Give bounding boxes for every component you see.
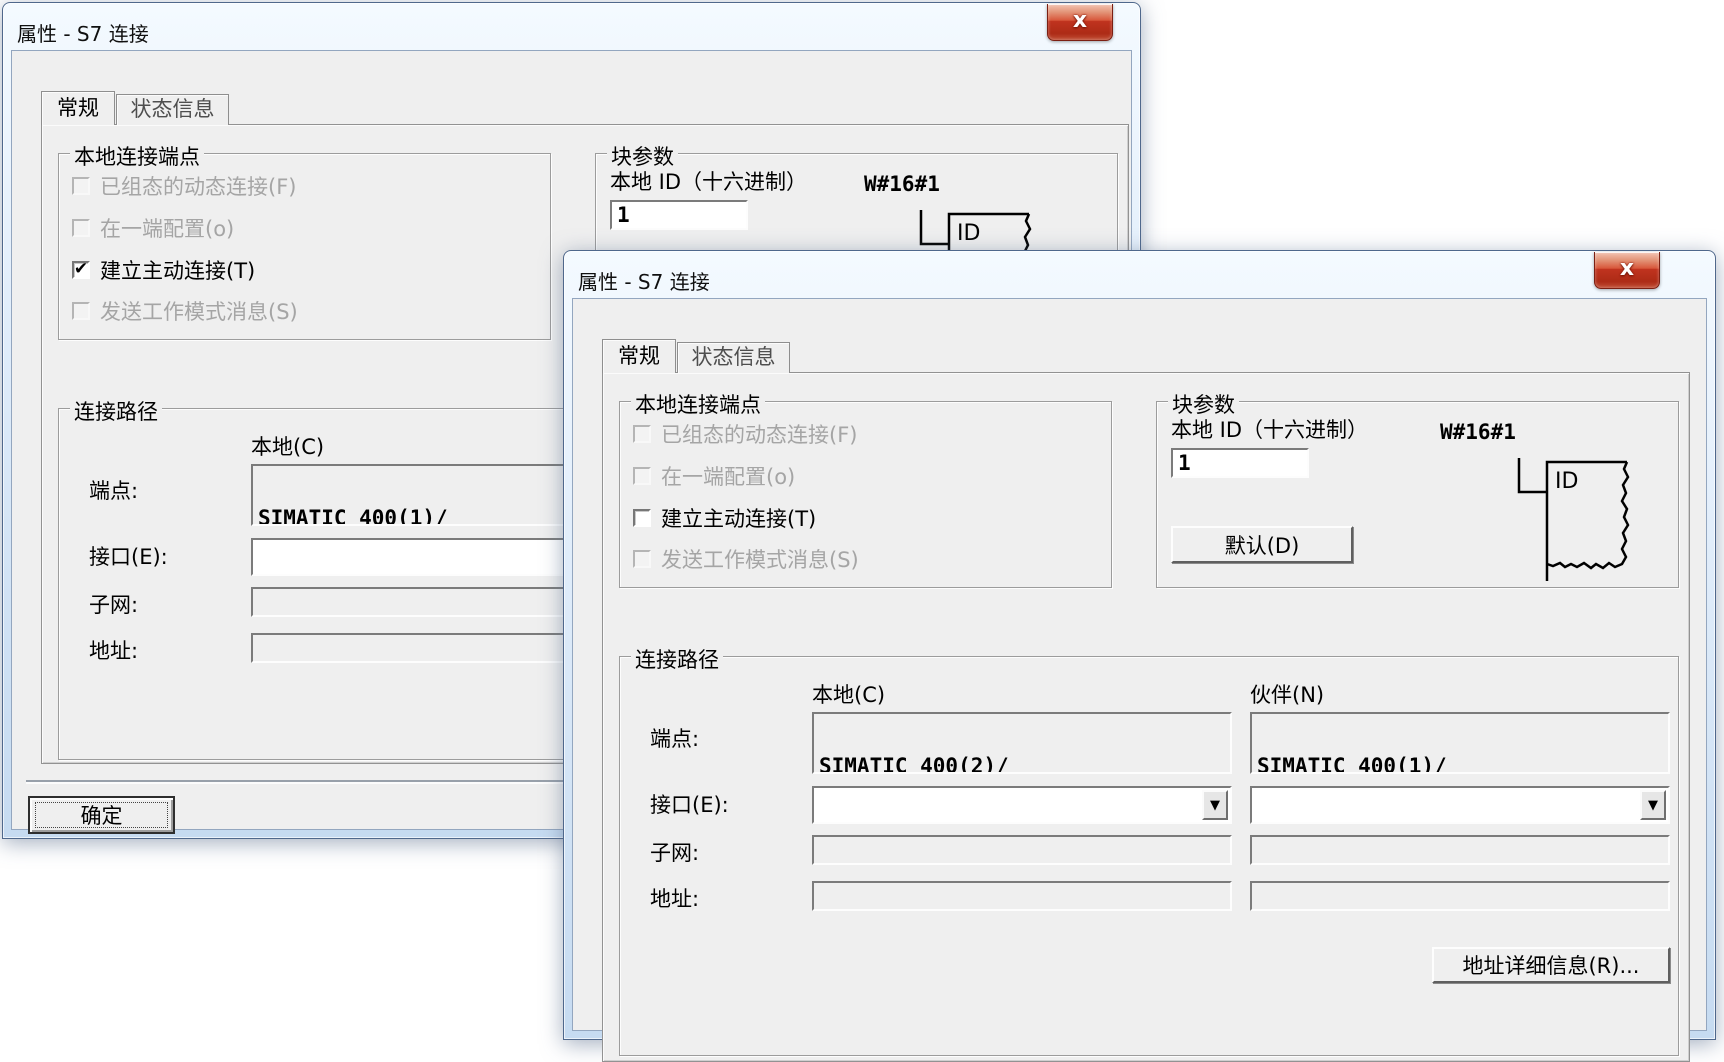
tab-label: 常规 (618, 344, 660, 368)
interface-label: 接口(E): (89, 545, 168, 569)
close-button[interactable]: x (1594, 252, 1660, 289)
checkbox-label: 已组态的动态连接(F) (100, 175, 297, 199)
interface-local-combo[interactable]: CP 443-1, PN-IO-1(RO/S3) ▼ (812, 786, 1232, 824)
address-label: 地址: (89, 639, 139, 663)
close-icon: x (1072, 8, 1088, 33)
hex-word-value: W#16#1 (864, 172, 940, 196)
group-local-endpoint: 本地连接端点 已组态的动态连接(F) 在一端配置(o) ✔ 建立主动连接(T) … (58, 141, 551, 340)
titlebar[interactable]: 属性 - S7 连接 x (564, 251, 1715, 297)
interface-label: 接口(E): (650, 793, 729, 817)
subnet-partner-field: Ethernet(1) [Industrial Ethernet] (1250, 835, 1670, 865)
dialog-title: 属性 - S7 连接 (578, 270, 710, 294)
address-details-button[interactable]: 地址详细信息(R)... (1432, 947, 1670, 983)
tab-label: 状态信息 (130, 97, 215, 121)
tab-status-info[interactable]: 状态信息 (677, 342, 790, 373)
checkbox-icon (72, 302, 90, 320)
close-icon: x (1619, 256, 1635, 281)
address-label: 地址: (650, 887, 700, 911)
address-local-field: 192.168.0.2 (812, 881, 1232, 911)
tab-label: 状态信息 (691, 345, 776, 369)
check-icon: ✔ (73, 259, 89, 279)
dialog-s7-connection-properties-front: 属性 - S7 连接 x 常规 状态信息 本地连接端点 已组态的动态连接(F) … (563, 250, 1716, 1062)
checkbox-label: 发送工作模式消息(S) (661, 548, 859, 572)
checkbox-row-active-connection[interactable]: ✔ 建立主动连接(T) (72, 258, 256, 283)
dropdown-arrow-icon: ▼ (1648, 797, 1658, 813)
checkbox-icon (72, 219, 90, 237)
id-box-label: ID (1555, 469, 1578, 494)
endpoint-label: 端点: (89, 479, 139, 503)
checkbox-row-configured-dynamic: 已组态的动态连接(F) (633, 422, 858, 447)
endpoint-local-field: SIMATIC 400(2)/ CPU 412-2 DP (812, 712, 1232, 774)
checkbox-label: 在一端配置(o) (661, 465, 796, 489)
default-button[interactable]: 默认(D) (1171, 526, 1353, 563)
checkbox-row-one-way: 在一端配置(o) (633, 464, 796, 489)
checkbox-label: 已组态的动态连接(F) (661, 423, 858, 447)
group-title: 本地连接端点 (631, 389, 765, 419)
ok-button[interactable]: 确定 (28, 796, 175, 834)
tab-label: 常规 (57, 96, 99, 120)
checkbox-label: 在一端配置(o) (100, 217, 235, 241)
dialog-title: 属性 - S7 连接 (17, 22, 149, 46)
checkbox-icon[interactable]: ✔ (72, 261, 90, 279)
id-box-label: ID (957, 221, 980, 246)
subnet-label: 子网: (89, 593, 139, 617)
checkbox-row-active-connection[interactable]: ✔ 建立主动连接(T) (633, 506, 817, 531)
id-block-diagram: ID (1517, 458, 1630, 581)
tab-general[interactable]: 常规 (602, 339, 676, 373)
group-title: 连接路径 (70, 396, 162, 426)
checkbox-icon (633, 425, 651, 443)
checkbox-icon[interactable]: ✔ (633, 509, 651, 527)
subnet-local-field: Ethernet(1) [Industrial Ethernet] (812, 835, 1232, 865)
group-connection-path: 连接路径 本地(C) 伙伴(N) 端点: SIMATIC 400(2)/ CPU… (619, 644, 1679, 1056)
group-title: 块参数 (1168, 389, 1239, 419)
partner-column-header: 伙伴(N) (1250, 683, 1325, 707)
group-title: 块参数 (607, 141, 678, 171)
focus-rect (35, 802, 168, 828)
checkbox-row-one-way: 在一端配置(o) (72, 216, 235, 241)
dropdown-arrow-icon: ▼ (1210, 797, 1220, 813)
tab-general[interactable]: 常规 (41, 91, 115, 125)
group-local-endpoint: 本地连接端点 已组态的动态连接(F) 在一端配置(o) ✔ 建立主动连接(T) … (619, 389, 1112, 588)
endpoint-partner-field: SIMATIC 400(1)/ CPU 414-3 PN/DP (1250, 712, 1670, 774)
checkbox-icon (633, 467, 651, 485)
local-column-header: 本地(C) (251, 435, 325, 459)
interface-partner-combo[interactable]: CPU 414-3 PN/DP, PN-IO(RO/S2) ▼ (1250, 786, 1670, 824)
hex-word-value: W#16#1 (1440, 420, 1516, 444)
dialog-body: 常规 状态信息 本地连接端点 已组态的动态连接(F) 在一端配置(o) ✔ 建立… (572, 298, 1707, 1062)
checkbox-icon (633, 550, 651, 568)
checkbox-row-operating-mode-msg: 发送工作模式消息(S) (72, 299, 298, 324)
checkbox-row-operating-mode-msg: 发送工作模式消息(S) (633, 547, 859, 572)
endpoint-label: 端点: (650, 727, 700, 751)
local-id-input[interactable]: 1 (1171, 448, 1309, 478)
subnet-label: 子网: (650, 841, 700, 865)
checkbox-label: 建立主动连接(T) (100, 259, 256, 283)
dropdown-button[interactable]: ▼ (1202, 790, 1228, 820)
local-id-input[interactable]: 1 (610, 200, 748, 230)
checkbox-label: 发送工作模式消息(S) (100, 300, 298, 324)
checkbox-row-configured-dynamic: 已组态的动态连接(F) (72, 174, 297, 199)
group-title: 本地连接端点 (70, 141, 204, 171)
local-column-header: 本地(C) (812, 683, 886, 707)
close-button[interactable]: x (1047, 4, 1113, 41)
titlebar[interactable]: 属性 - S7 连接 x (3, 3, 1140, 49)
group-block-parameters: 块参数 本地 ID（十六进制） W#16#1 1 默认(D) ID (1156, 389, 1679, 588)
group-title: 连接路径 (631, 644, 723, 674)
dropdown-button[interactable]: ▼ (1640, 790, 1666, 820)
checkbox-icon (72, 177, 90, 195)
address-partner-field: 192.168.0.1 (1250, 881, 1670, 911)
checkbox-label: 建立主动连接(T) (661, 507, 817, 531)
tab-status-info[interactable]: 状态信息 (116, 94, 229, 125)
